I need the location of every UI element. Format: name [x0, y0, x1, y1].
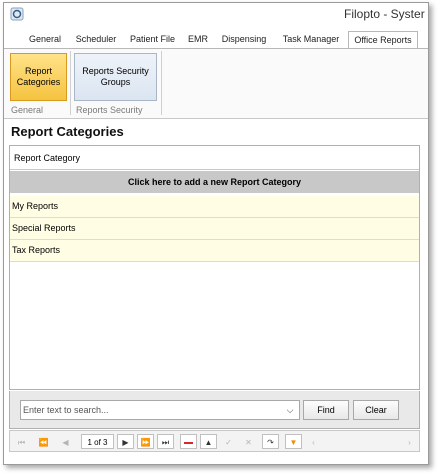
- ribbon-tabs: General Scheduler Patient File EMR Dispe…: [4, 31, 428, 50]
- app-window: Filopto - Syster General Scheduler Patie…: [3, 2, 429, 465]
- chevron-down-icon[interactable]: ⌵: [284, 404, 296, 416]
- report-categories-label: Report Categories: [16, 66, 61, 87]
- search-combobox[interactable]: ⌵: [20, 400, 300, 420]
- tab-emr[interactable]: EMR: [183, 31, 213, 49]
- ribbon-panel: Report Categories Reports Security Group…: [4, 49, 428, 119]
- group-label-general: General: [11, 105, 44, 115]
- tab-scheduler[interactable]: Scheduler: [70, 31, 122, 49]
- clear-button[interactable]: Clear: [353, 400, 399, 420]
- reports-security-groups-button[interactable]: Reports Security Groups: [74, 53, 157, 101]
- tab-task-manager[interactable]: Task Manager: [276, 31, 346, 49]
- group-separator: [70, 51, 71, 115]
- last-page-icon[interactable]: ⏭: [157, 434, 174, 449]
- check-icon[interactable]: ✓: [220, 434, 237, 449]
- filter-icon[interactable]: ▼: [285, 434, 302, 449]
- window-title: Filopto - Syster: [344, 7, 425, 21]
- grid-rows: My Reports Special Reports Tax Reports: [10, 196, 419, 262]
- scroll-right-icon[interactable]: ›: [401, 434, 418, 449]
- search-panel: ⌵ Find Clear: [9, 391, 420, 429]
- group-label-reports-security: Reports Security: [76, 105, 143, 115]
- table-row[interactable]: My Reports: [10, 196, 419, 218]
- delete-icon[interactable]: [180, 434, 197, 449]
- title-bar: Filopto - Syster: [4, 3, 428, 27]
- scroll-left-icon[interactable]: ‹: [305, 434, 322, 449]
- move-up-icon[interactable]: ▲: [200, 434, 217, 449]
- table-row[interactable]: Tax Reports: [10, 240, 419, 262]
- column-header-report-category[interactable]: Report Category: [10, 146, 419, 170]
- next-record-icon[interactable]: ▶: [117, 434, 134, 449]
- search-input[interactable]: [23, 403, 281, 417]
- reports-security-groups-label: Reports Security Groups: [82, 66, 149, 87]
- report-categories-grid: Report Category Click here to add a new …: [9, 145, 420, 390]
- first-page-icon[interactable]: ⏮: [13, 434, 30, 449]
- page-title: Report Categories: [11, 124, 124, 139]
- tab-general[interactable]: General: [22, 31, 68, 49]
- previous-page-icon[interactable]: ⏪: [35, 434, 52, 449]
- page-indicator: 1 of 3: [81, 434, 114, 449]
- next-page-icon[interactable]: ⏩: [137, 434, 154, 449]
- report-categories-button[interactable]: Report Categories: [10, 53, 67, 101]
- record-navigator: ⏮ ⏪ ◀ 1 of 3 ▶ ⏩ ⏭ ▲ ✓ ✕ ↷ ▼ ‹ ›: [9, 430, 420, 452]
- tab-patient-file[interactable]: Patient File: [124, 31, 181, 49]
- app-logo-icon: [10, 7, 24, 21]
- refresh-icon[interactable]: ↷: [262, 434, 279, 449]
- tab-dispensing[interactable]: Dispensing: [216, 31, 272, 49]
- find-button[interactable]: Find: [303, 400, 349, 420]
- table-row[interactable]: Special Reports: [10, 218, 419, 240]
- cancel-icon[interactable]: ✕: [240, 434, 257, 449]
- previous-record-icon[interactable]: ◀: [57, 434, 74, 449]
- group-separator: [161, 51, 162, 115]
- add-new-row[interactable]: Click here to add a new Report Category: [10, 171, 419, 193]
